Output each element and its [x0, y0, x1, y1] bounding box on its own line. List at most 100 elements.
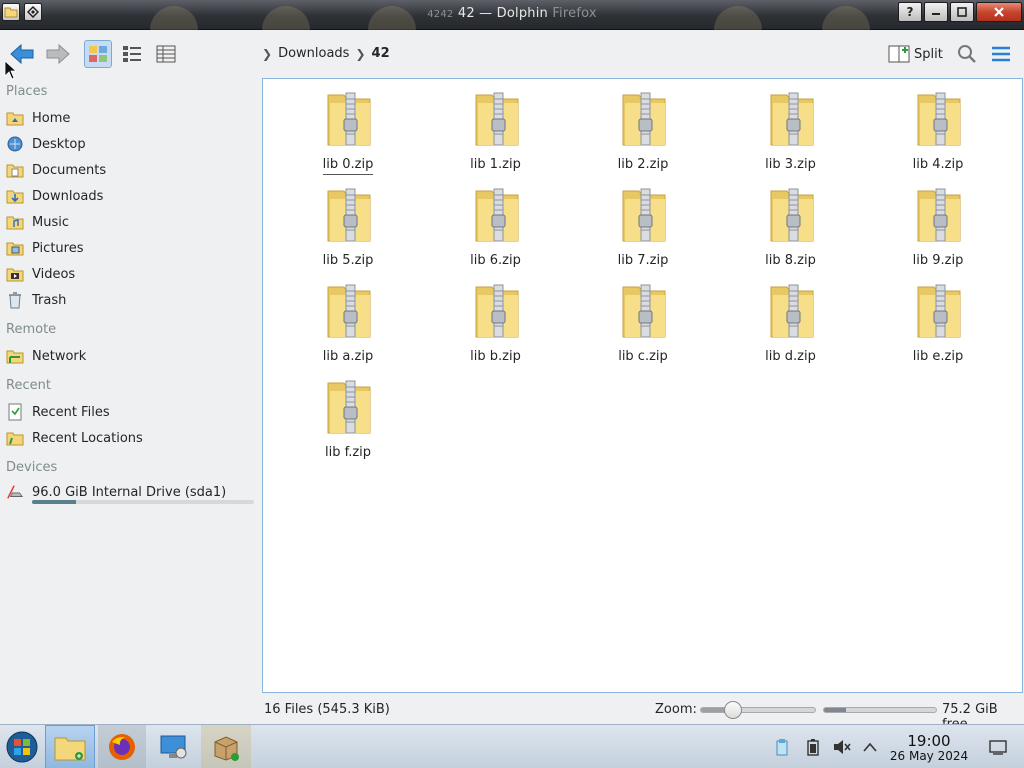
- sidebar-item-music[interactable]: Music: [6, 210, 256, 234]
- icons-view-button[interactable]: [84, 40, 112, 68]
- hamburger-menu-icon: [992, 46, 1010, 62]
- file-name: lib 0.zip: [288, 157, 408, 175]
- file-item[interactable]: lib 4.zip: [878, 79, 998, 175]
- sidebar-item-desktop[interactable]: Desktop: [6, 132, 256, 156]
- taskbar-archive[interactable]: [201, 725, 251, 768]
- zip-archive-icon: [475, 284, 518, 338]
- details-view-button[interactable]: [152, 40, 180, 68]
- volume-muted-icon[interactable]: [832, 737, 852, 757]
- network-folder-icon: [6, 347, 24, 365]
- downloads-folder-icon: [6, 187, 24, 205]
- show-desktop-icon[interactable]: [988, 737, 1008, 757]
- forward-button[interactable]: [44, 40, 72, 68]
- zip-archive-icon: [770, 284, 813, 338]
- clipboard-tray-icon[interactable]: [772, 737, 792, 757]
- zoom-slider-handle[interactable]: [723, 701, 742, 719]
- file-name: lib b.zip: [470, 349, 521, 364]
- split-button[interactable]: Split: [888, 44, 943, 64]
- file-manager-icon: [54, 737, 86, 761]
- file-item[interactable]: lib d.zip: [731, 271, 851, 367]
- title-main: 42 — Dolphin: [457, 6, 548, 21]
- battery-tray-icon[interactable]: [803, 737, 823, 757]
- start-button[interactable]: [2, 725, 42, 768]
- window-title: 4242 42 — Dolphin Firefox: [0, 6, 1024, 21]
- zip-archive-icon: [622, 92, 666, 146]
- sidebar-item-label: Videos: [32, 266, 76, 282]
- file-view[interactable]: lib 0.zip lib 1.zip lib 2.zip lib 3.zip lib …: [262, 78, 1023, 693]
- file-item[interactable]: lib e.zip: [878, 271, 998, 367]
- taskbar-system-settings[interactable]: [150, 725, 198, 768]
- file-item[interactable]: lib 5.zip: [288, 175, 408, 271]
- sidebar-item-label: Pictures: [32, 240, 84, 256]
- taskbar-firefox[interactable]: [98, 725, 146, 768]
- file-item[interactable]: lib c.zip: [583, 271, 703, 367]
- clock-date[interactable]: 26 May 2024: [886, 749, 972, 763]
- sidebar-item-network[interactable]: Network: [6, 344, 256, 368]
- sidebar-item-label: Home: [32, 110, 71, 126]
- clock-time[interactable]: 19:00: [886, 732, 972, 750]
- zip-archive-icon: [770, 188, 813, 242]
- file-item[interactable]: lib 2.zip: [583, 79, 703, 175]
- file-name: lib 4.zip: [912, 157, 964, 172]
- zip-archive-icon: [770, 92, 813, 146]
- hamburger-menu-button[interactable]: [990, 44, 1012, 68]
- file-item[interactable]: lib 7.zip: [583, 175, 703, 271]
- file-item[interactable]: lib 0.zip: [288, 79, 408, 175]
- file-name: lib e.zip: [912, 349, 964, 364]
- breadcrumb-item-downloads[interactable]: Downloads: [278, 46, 349, 61]
- pictures-folder-icon: [6, 239, 24, 257]
- file-item[interactable]: lib f.zip: [288, 367, 408, 463]
- videos-folder-icon: [6, 265, 24, 283]
- minimize-button[interactable]: [924, 2, 948, 22]
- taskbar-file-manager[interactable]: [45, 725, 95, 768]
- sidebar-item-label: Desktop: [32, 136, 86, 152]
- help-button[interactable]: ?: [898, 2, 922, 22]
- recent-heading: Recent: [6, 378, 51, 393]
- places-heading: Places: [6, 84, 48, 99]
- documents-folder-icon: [6, 161, 24, 179]
- file-name: lib 2.zip: [617, 157, 669, 172]
- system-settings-icon: [160, 735, 187, 759]
- sidebar-item-documents[interactable]: Documents: [6, 158, 256, 182]
- file-item[interactable]: lib b.zip: [436, 271, 556, 367]
- sidebar-item-label: Recent Files: [32, 404, 110, 420]
- close-button[interactable]: [976, 2, 1022, 22]
- free-space-bar[interactable]: [823, 707, 937, 713]
- file-item[interactable]: lib 3.zip: [731, 79, 851, 175]
- zoom-label: Zoom:: [655, 702, 697, 717]
- compact-view-button[interactable]: [118, 40, 146, 68]
- window-titlebar[interactable]: 4242 42 — Dolphin Firefox ?: [0, 0, 1024, 30]
- sidebar-item-home[interactable]: Home: [6, 106, 256, 130]
- sidebar-item-label: Recent Locations: [32, 430, 143, 446]
- file-item[interactable]: lib a.zip: [288, 271, 408, 367]
- zip-archive-icon: [917, 188, 961, 242]
- split-view-icon: [888, 45, 910, 63]
- sidebar-item-videos[interactable]: Videos: [6, 262, 256, 286]
- breadcrumb-item-current[interactable]: 42: [372, 46, 390, 61]
- maximize-button[interactable]: [950, 2, 974, 22]
- title-prefix: 4242: [427, 9, 454, 20]
- drive-icon: [6, 483, 24, 501]
- sidebar-item-trash[interactable]: Trash: [6, 288, 256, 312]
- file-name: lib 9.zip: [912, 253, 964, 268]
- sidebar-item-recent-locations[interactable]: Recent Locations: [6, 426, 256, 450]
- firefox-icon: [109, 734, 135, 760]
- start-orb-icon: [6, 731, 38, 763]
- file-item[interactable]: lib 8.zip: [731, 175, 851, 271]
- sidebar-item-downloads[interactable]: Downloads: [6, 184, 256, 208]
- file-name: lib a.zip: [322, 349, 374, 364]
- search-button[interactable]: [956, 43, 978, 69]
- title-suffix: Firefox: [552, 6, 597, 21]
- chevron-up-icon[interactable]: [860, 737, 880, 757]
- archive-icon: [214, 736, 239, 761]
- zoom-slider[interactable]: [700, 701, 816, 719]
- zip-archive-icon: [327, 92, 371, 146]
- sidebar-item-pictures[interactable]: Pictures: [6, 236, 256, 260]
- file-item[interactable]: lib 6.zip: [436, 175, 556, 271]
- zip-archive-icon: [622, 284, 666, 338]
- file-item[interactable]: lib 1.zip: [436, 79, 556, 175]
- file-item[interactable]: lib 9.zip: [878, 175, 998, 271]
- sidebar-item-recent-files[interactable]: Recent Files: [6, 400, 256, 424]
- file-name: lib 3.zip: [765, 157, 816, 172]
- file-name: lib 1.zip: [470, 157, 521, 172]
